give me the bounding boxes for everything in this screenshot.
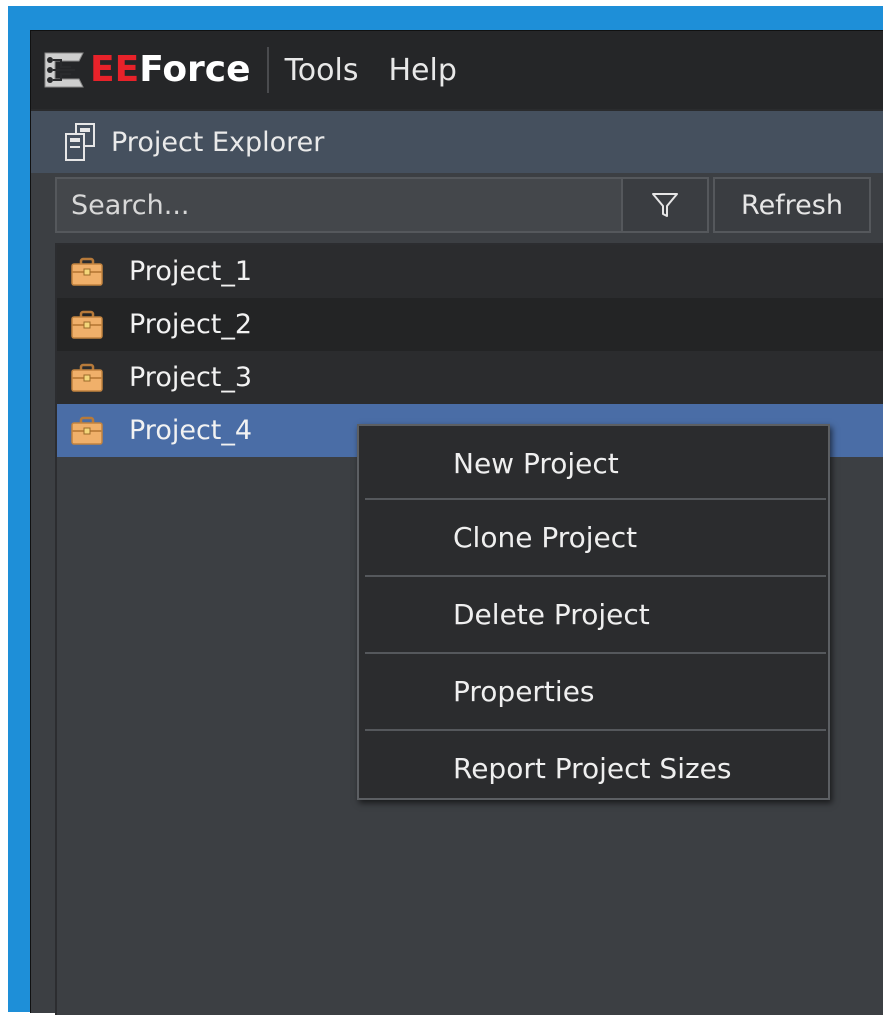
menu-item-new-project[interactable]: New Project	[359, 426, 828, 500]
briefcase-icon	[67, 413, 107, 449]
refresh-button[interactable]: Refresh	[713, 177, 871, 233]
explorer-toolbar: Refresh	[55, 177, 883, 237]
search-input[interactable]	[55, 177, 623, 233]
menu-separator	[266, 47, 269, 93]
briefcase-icon	[67, 254, 107, 290]
project-name: Project_2	[129, 309, 253, 340]
menu-item-label: Clone Project	[453, 520, 638, 554]
briefcase-icon	[67, 307, 107, 343]
menu-item-properties[interactable]: Properties	[359, 654, 828, 728]
panel-header: Project Explorer	[31, 111, 883, 173]
menu-item-label: Report Project Sizes	[453, 751, 732, 785]
menu-item-label: New Project	[453, 446, 619, 480]
menu-item-report-project-sizes[interactable]: Report Project Sizes	[359, 731, 828, 805]
app-logo: EEForce	[40, 31, 251, 109]
menu-item-clone-project[interactable]: Clone Project	[359, 500, 828, 574]
app-logo-text: EEForce	[90, 52, 251, 88]
logo-text-ee: EE	[90, 49, 140, 90]
briefcase-icon	[67, 360, 107, 396]
desktop-background: EEForce Tools Help Project Explorer Sear…	[8, 6, 883, 1015]
project-name: Project_3	[129, 362, 253, 393]
menu-bar: EEForce Tools Help	[31, 31, 883, 109]
circuit-logo-icon	[40, 45, 88, 95]
menu-tools[interactable]: Tools	[285, 53, 359, 88]
panel-title: Project Explorer	[111, 126, 325, 158]
project-name: Project_4	[129, 415, 253, 446]
logo-text-force: Force	[139, 49, 251, 90]
menu-help[interactable]: Help	[388, 53, 456, 88]
list-item[interactable]: Project_1	[57, 245, 883, 298]
list-item[interactable]: Project_3	[57, 351, 883, 404]
project-explorer-icon	[61, 120, 101, 164]
menu-item-delete-project[interactable]: Delete Project	[359, 577, 828, 651]
filter-button[interactable]	[623, 177, 709, 233]
filter-icon	[652, 193, 678, 217]
context-menu: New Project Clone Project Delete Project…	[357, 424, 830, 800]
project-name: Project_1	[129, 256, 253, 287]
menu-item-label: Properties	[453, 674, 595, 708]
menu-item-label: Delete Project	[453, 597, 650, 631]
list-item[interactable]: Project_2	[57, 298, 883, 351]
